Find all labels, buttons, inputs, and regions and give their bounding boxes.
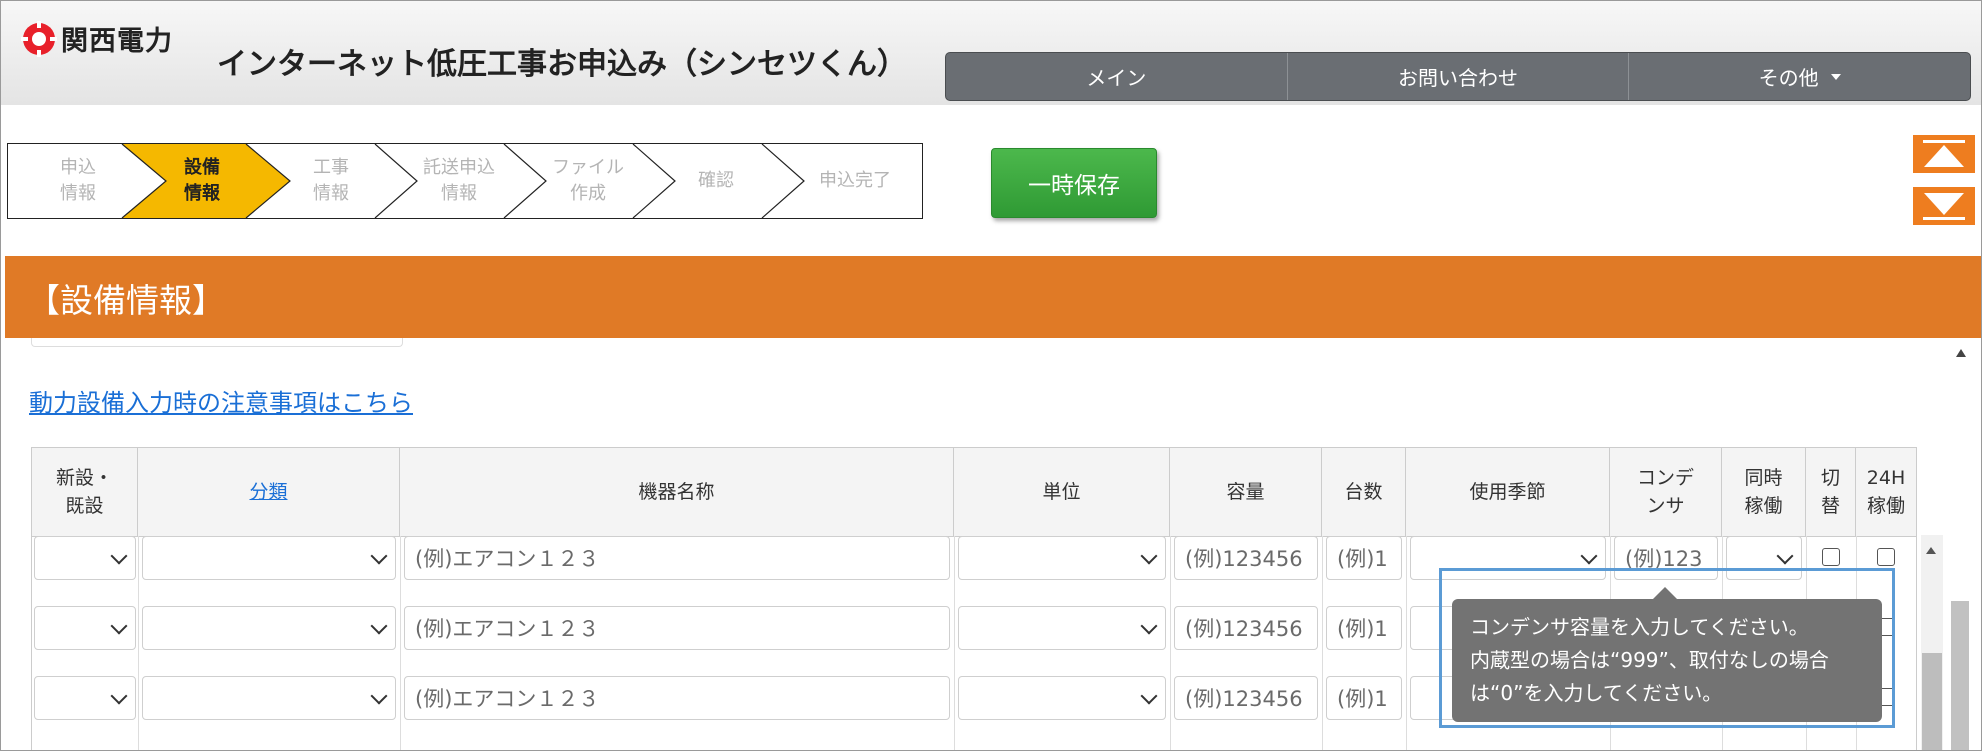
new-existing-select[interactable] <box>34 536 136 580</box>
capacity-input[interactable]: (例)123456 <box>1174 606 1318 650</box>
switch-checkbox[interactable] <box>1822 548 1840 566</box>
nav-main[interactable]: メイン <box>946 53 1288 100</box>
col-header-condenser: コンデ ンサ <box>1610 448 1722 536</box>
scroll-to-top-button[interactable] <box>1913 135 1975 173</box>
company-logo: 関西電力 <box>21 19 173 58</box>
col-header-24h: 24H 稼働 <box>1866 467 1906 517</box>
step-label: 設備 情報 <box>184 157 220 204</box>
step-label: 申込完了 <box>819 170 891 191</box>
nav-other-label: その他 <box>1758 66 1819 90</box>
power-equipment-notice-link[interactable]: 動力設備入力時の注意事項はこちら <box>29 383 413 418</box>
step-confirm: 確認 <box>658 144 774 218</box>
chevron-down-icon <box>370 617 388 635</box>
caret-down-icon <box>1830 73 1841 80</box>
chevron-down-icon <box>1140 617 1158 635</box>
header-bar: 関西電力 インターネット低圧工事お申込み（シンセツくん） メイン お問い合わせ … <box>1 1 1981 105</box>
device-name-input[interactable]: (例)エアコン１２３ <box>404 606 950 650</box>
chevron-down-icon <box>370 687 388 705</box>
new-existing-select[interactable] <box>34 606 136 650</box>
triangle-up-icon <box>1923 140 1965 167</box>
table-scrollbar-thumb[interactable] <box>1922 653 1942 750</box>
chevron-down-icon <box>1140 547 1158 565</box>
page-scroll-up-icon[interactable] <box>1955 347 1967 359</box>
top-navigation: メイン お問い合わせ その他 <box>945 52 1971 101</box>
triangle-down-icon <box>1923 193 1965 220</box>
chevron-down-icon <box>370 547 388 565</box>
step-consignment-info: 託送申込 情報 <box>400 144 518 218</box>
kepco-logo-icon <box>21 20 57 57</box>
col-header-simultaneous: 同時 稼働 <box>1722 448 1806 536</box>
new-existing-select[interactable] <box>34 676 136 720</box>
24h-checkbox[interactable] <box>1877 548 1895 566</box>
tooltip-arrow <box>1653 587 1677 599</box>
step-construction-info: 工事 情報 <box>276 144 386 218</box>
page-scrollbar-thumb[interactable] <box>1951 601 1969 750</box>
nav-contact[interactable]: お問い合わせ <box>1288 53 1630 100</box>
col-header-season: 使用季節 <box>1406 448 1610 536</box>
step-label: 工事 情報 <box>313 157 349 204</box>
nav-other-dropdown[interactable]: その他 <box>1629 53 1970 100</box>
col-header-category-link[interactable]: 分類 <box>138 448 400 536</box>
chevron-down-icon <box>110 687 128 705</box>
category-select[interactable] <box>142 536 396 580</box>
nav-contact-label: お問い合わせ <box>1398 66 1518 90</box>
step-label: ファイル 作成 <box>552 157 624 204</box>
count-input[interactable]: (例)1 <box>1326 606 1402 650</box>
scroll-to-bottom-button[interactable] <box>1913 187 1975 225</box>
capacity-input[interactable]: (例)123456 <box>1174 536 1318 580</box>
chevron-down-icon <box>110 547 128 565</box>
temporary-save-button[interactable]: 一時保存 <box>991 148 1157 218</box>
count-input[interactable]: (例)1 <box>1326 676 1402 720</box>
chevron-down-icon <box>1140 687 1158 705</box>
col-header-device-name: 機器名称 <box>400 448 954 536</box>
tab-remnant <box>31 338 403 347</box>
table-header: 新設・ 既設 分類 機器名称 単位 容量 台数 使用季節 コンデ ンサ 同時 稼働 切… <box>32 448 1916 537</box>
company-name: 関西電力 <box>61 26 173 57</box>
app-title: インターネット低圧工事お申込み（シンセツくん） <box>217 47 907 82</box>
nav-main-label: メイン <box>1086 66 1147 90</box>
unit-select[interactable] <box>958 536 1166 580</box>
col-header-capacity: 容量 <box>1170 448 1322 536</box>
category-select[interactable] <box>142 676 396 720</box>
unit-select[interactable] <box>958 606 1166 650</box>
count-input[interactable]: (例)1 <box>1326 536 1402 580</box>
step-complete: 申込完了 <box>788 144 922 218</box>
device-name-input[interactable]: (例)エアコン１２３ <box>404 676 950 720</box>
step-label: 託送申込 情報 <box>423 157 495 204</box>
tooltip-line: コンデンサ容量を入力してください。 <box>1470 615 1809 639</box>
step-progress: 申込 情報 設備 情報 工事 情報 託送申込 情報 ファイル 作成 確認 申込完了 <box>7 143 923 219</box>
step-equipment-info: 設備 情報 <box>148 144 256 218</box>
step-application-info: 申込 情報 <box>8 144 148 218</box>
app-window: 関西電力 インターネット低圧工事お申込み（シンセツくん） メイン お問い合わせ … <box>0 0 1982 751</box>
table-scroll-up-icon[interactable] <box>1926 547 1936 554</box>
tooltip-line: 内蔵型の場合は“999”、取付なしの場合 <box>1470 648 1829 672</box>
col-header-new-existing: 新設・ 既設 <box>32 448 138 536</box>
section-header: 【設備情報】 <box>5 256 1981 338</box>
capacity-input[interactable]: (例)123456 <box>1174 676 1318 720</box>
section-title: 【設備情報】 <box>27 281 225 320</box>
step-label: 確認 <box>698 170 734 191</box>
condenser-tooltip: コンデンサ容量を入力してください。 内蔵型の場合は“999”、取付なしの場合 は… <box>1452 599 1882 722</box>
chevron-down-icon <box>1580 547 1598 565</box>
tooltip-line: は“0”を入力してください。 <box>1470 681 1723 705</box>
chevron-down-icon <box>110 617 128 635</box>
category-select[interactable] <box>142 606 396 650</box>
step-label: 申込 情報 <box>60 157 96 204</box>
device-name-input[interactable]: (例)エアコン１２３ <box>404 536 950 580</box>
col-header-switch: 切替 <box>1806 448 1856 536</box>
col-header-unit: 単位 <box>954 448 1170 536</box>
unit-select[interactable] <box>958 676 1166 720</box>
chevron-down-icon <box>1776 547 1794 565</box>
step-file-creation: ファイル 作成 <box>530 144 646 218</box>
col-header-count: 台数 <box>1322 448 1406 536</box>
